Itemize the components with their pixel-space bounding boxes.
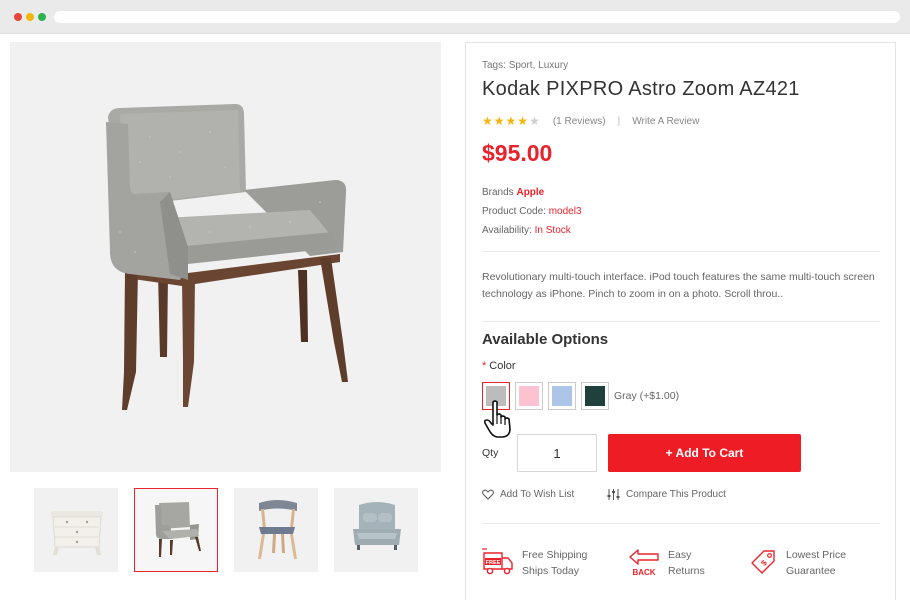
- feature-text: Free Shipping Ships Today: [522, 547, 587, 579]
- product-title: Kodak PIXPRO Astro Zoom AZ421: [482, 78, 800, 100]
- gray-armchair-illustration: [106, 104, 348, 410]
- thumbnail-gray-sofa-chair[interactable]: [334, 488, 418, 572]
- product-price: $95.00: [482, 140, 553, 166]
- feature-line: Guarantee: [786, 565, 836, 577]
- browser-toolbar: [0, 0, 910, 34]
- gray-sofa-chair-illustration: [353, 502, 401, 550]
- required-mark: *: [482, 360, 487, 372]
- feature-line: Returns: [668, 565, 705, 577]
- availability-row: Availability: In Stock: [482, 225, 571, 236]
- feature-easy-returns: BACK Easy Returns: [628, 547, 705, 579]
- product-code-label: Product Code:: [482, 206, 546, 217]
- divider-line: [482, 523, 880, 524]
- available-options-heading: Available Options: [482, 331, 609, 348]
- thumbnail-white-dresser[interactable]: [34, 488, 118, 572]
- window-minimize-dot[interactable]: [26, 13, 34, 21]
- wishlist-label: Add To Wish List: [500, 489, 575, 500]
- heart-icon: [482, 489, 494, 500]
- star-icon: ★: [493, 114, 505, 128]
- wood-blue-chair-illustration: [258, 500, 297, 559]
- write-review-link[interactable]: Write A Review: [632, 116, 699, 127]
- product-code-value: model3: [548, 206, 582, 217]
- main-product-image[interactable]: [10, 42, 441, 472]
- swatch-fill: [519, 386, 539, 406]
- color-option-label: * Color: [482, 360, 516, 372]
- compare-label: Compare This Product: [626, 489, 726, 500]
- reviews-count-link[interactable]: (1 Reviews): [553, 116, 606, 127]
- brand-link[interactable]: Apple: [516, 187, 544, 198]
- feature-free-shipping: FREE Free Shipping Ships Today: [482, 547, 587, 579]
- thumbnail-gray-armchair[interactable]: [134, 488, 218, 572]
- feature-line: Free Shipping: [522, 549, 588, 561]
- feature-lowest-price: $ Lowest Price Guarantee: [748, 547, 846, 579]
- tag-luxury-link[interactable]: Luxury: [538, 60, 568, 71]
- product-description: Revolutionary multi-touch interface. iPo…: [482, 271, 875, 300]
- product-code-row: Product Code: model3: [482, 206, 582, 217]
- quantity-input[interactable]: [517, 434, 597, 472]
- feature-text: Lowest Price Guarantee: [786, 547, 846, 579]
- color-swatch-blue[interactable]: [548, 382, 576, 410]
- color-swatch-pink[interactable]: [515, 382, 543, 410]
- tags-label: Tags:: [482, 60, 506, 71]
- back-arrow-icon: BACK: [629, 549, 659, 577]
- product-page: Tags: Sport, Luxury Kodak PIXPRO Astro Z…: [0, 34, 910, 600]
- back-badge-text: BACK: [632, 568, 655, 577]
- color-label-text: Color: [489, 360, 516, 372]
- availability-label: Availability:: [482, 225, 532, 236]
- window-close-dot[interactable]: [14, 13, 22, 21]
- color-swatch-dark-teal[interactable]: [581, 382, 609, 410]
- free-badge-text: FREE: [486, 560, 501, 566]
- star-icon: ★: [517, 114, 529, 128]
- feature-text: Easy Returns: [668, 547, 705, 579]
- compare-sliders-icon: [607, 489, 620, 500]
- quantity-label: Qty: [482, 447, 499, 459]
- divider-line: [482, 321, 880, 322]
- product-info-panel: Tags: Sport, Luxury Kodak PIXPRO Astro Z…: [465, 42, 896, 600]
- gray-armchair-thumb-illustration: [155, 502, 201, 557]
- swatch-fill: [552, 386, 572, 406]
- free-shipping-truck-icon: FREE: [482, 548, 513, 575]
- address-bar[interactable]: [54, 11, 900, 23]
- add-to-cart-button[interactable]: + Add To Cart: [608, 434, 801, 472]
- product-tags: Tags: Sport, Luxury: [482, 60, 569, 71]
- add-to-wishlist-link[interactable]: Add To Wish List: [482, 489, 574, 500]
- thumbnail-wood-blue-chair[interactable]: [234, 488, 318, 572]
- selected-color-price: Gray (+$1.00): [614, 390, 680, 402]
- tag-sport-link[interactable]: Sport: [509, 60, 533, 71]
- brand-label: Brands: [482, 187, 514, 198]
- price-tag-icon: $: [751, 550, 775, 574]
- star-icon: ★: [482, 114, 493, 128]
- compare-product-link[interactable]: Compare This Product: [607, 489, 726, 500]
- rating-row: ★ ★ ★ ★ ★ (1 Reviews) | Write A Review: [482, 114, 699, 128]
- feature-line: Easy: [668, 549, 692, 561]
- white-dresser-illustration: [51, 511, 103, 555]
- window-maximize-dot[interactable]: [38, 13, 46, 21]
- feature-line: Ships Today: [522, 565, 580, 577]
- star-empty-icon: ★: [529, 114, 540, 128]
- star-icon: ★: [505, 114, 517, 128]
- brand-row: Brands Apple: [482, 187, 544, 198]
- rating-divider: |: [617, 115, 621, 127]
- feature-line: Lowest Price: [786, 549, 847, 561]
- swatch-fill: [585, 386, 605, 406]
- hand-pointer-cursor-icon: [483, 400, 511, 438]
- divider-line: [482, 251, 880, 252]
- availability-value: In Stock: [534, 225, 571, 236]
